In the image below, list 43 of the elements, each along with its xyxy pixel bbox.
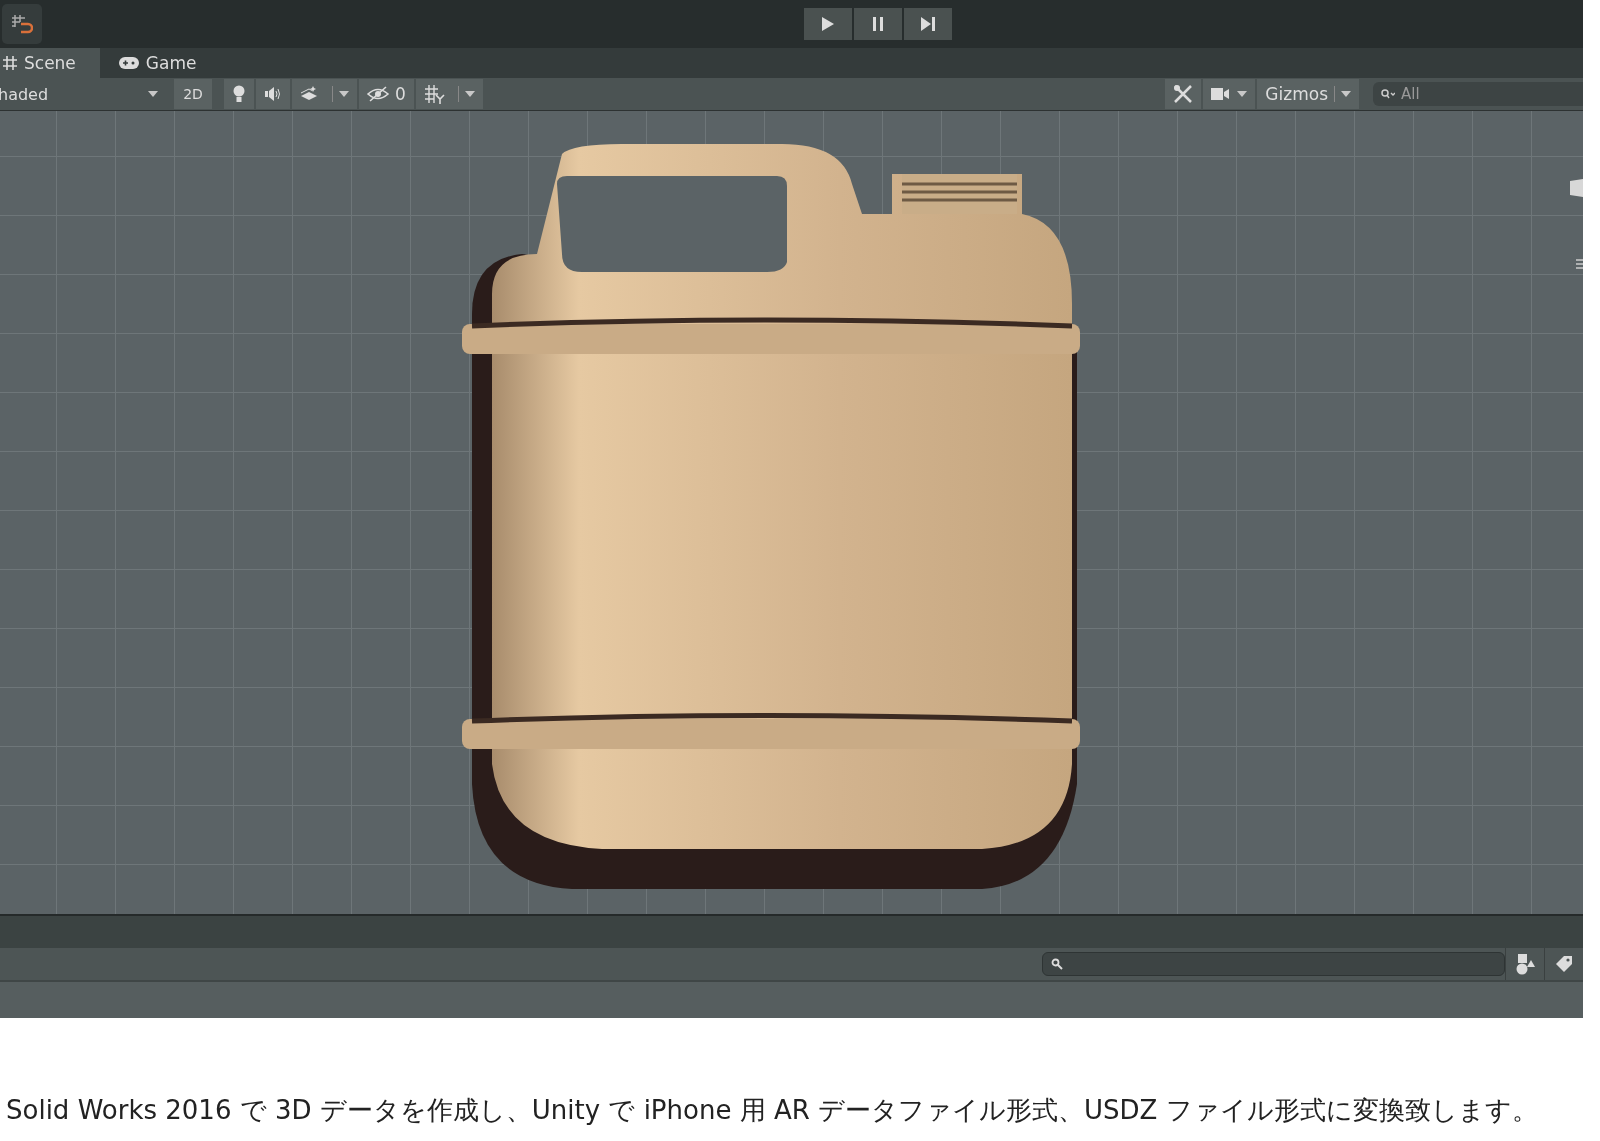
search-field[interactable]: All — [1373, 82, 1583, 106]
console-search-field[interactable] — [1042, 952, 1506, 976]
play-button[interactable] — [804, 8, 852, 40]
view-tab[interactable]: Game — [99, 48, 221, 78]
tools-icon — [1173, 84, 1194, 104]
step-button[interactable] — [904, 8, 952, 40]
grid-dropdown[interactable] — [415, 79, 483, 109]
search-icon — [1051, 958, 1063, 970]
caret-icon — [464, 91, 475, 97]
play-icon — [821, 16, 835, 32]
gizmos-dropdown[interactable]: Gizmos — [1257, 79, 1359, 109]
grid-snap-button[interactable] — [2, 4, 42, 44]
tools-button[interactable] — [1165, 79, 1202, 109]
2d-toggle-button[interactable]: 2D — [174, 79, 212, 109]
gamepad-icon — [117, 56, 140, 70]
camera-dropdown[interactable] — [1203, 79, 1256, 109]
caret-icon — [148, 91, 158, 97]
search-icon — [1381, 89, 1395, 99]
layers-sparkle-icon — [300, 86, 318, 102]
speaker-button[interactable] — [256, 79, 290, 109]
scene-gizmo-icon[interactable] — [1570, 179, 1583, 197]
tag-icon — [1555, 955, 1573, 973]
effects-dropdown[interactable] — [292, 79, 357, 109]
caption-text: Solid Works 2016 で 3D データを作成し、Unity で iPhone 用 AR データファイル形式、USDZ ファイル形式に変換致します。 — [6, 1094, 1539, 1127]
eye-slash-icon — [367, 86, 389, 102]
view-tab[interactable]: Scene — [0, 48, 100, 78]
scene-view[interactable] — [0, 111, 1583, 914]
caret-icon — [1341, 91, 1351, 97]
grid-icon — [423, 84, 446, 104]
hidden-objects-button[interactable]: 0 — [359, 79, 414, 109]
pause-icon — [872, 17, 884, 31]
lightbulb-button[interactable] — [224, 79, 254, 109]
caret-icon — [339, 91, 349, 97]
step-icon — [920, 17, 936, 31]
menu-icon[interactable] — [1576, 259, 1583, 269]
camera-icon — [1211, 87, 1232, 101]
shapes-icon — [1514, 953, 1537, 975]
grid-icon — [2, 55, 18, 71]
pause-button[interactable] — [854, 8, 902, 40]
lightbulb-icon — [232, 85, 246, 103]
grid-magnet-icon — [11, 13, 33, 35]
caret-icon — [1237, 91, 1248, 97]
speaker-icon — [264, 87, 282, 101]
